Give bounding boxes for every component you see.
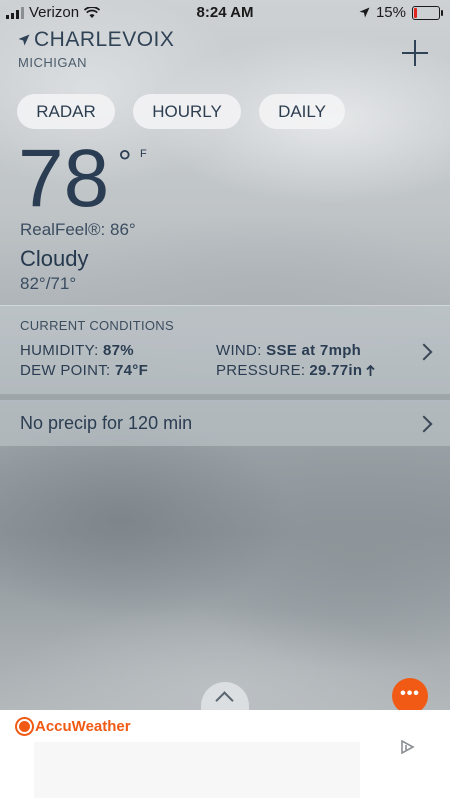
accuweather-logo: AccuWeather	[19, 718, 131, 735]
brand-name: AccuWeather	[35, 718, 131, 735]
ad-banner[interactable]	[34, 742, 360, 798]
realfeel-value: RealFeel®: 86°	[20, 220, 136, 239]
wind-label: WIND:	[216, 342, 262, 359]
state-name: MICHIGAN	[18, 55, 87, 70]
status-bar: Verizon 8:24 AM 15%	[0, 0, 450, 24]
pressure-value: 29.77in	[309, 362, 363, 379]
wind-row: WIND: SSE at 7mph	[216, 342, 361, 359]
current-temperature-block: 78 ° F	[18, 133, 147, 224]
current-temperature: 78	[18, 133, 110, 224]
chevron-right-icon	[415, 415, 433, 433]
more-options-button[interactable]: •••	[392, 678, 428, 714]
adchoices-icon[interactable]	[400, 740, 416, 754]
pressure-up-arrow-icon	[366, 364, 375, 376]
add-location-button[interactable]	[400, 38, 430, 68]
temperature-unit: F	[140, 148, 147, 160]
location-header[interactable]: CHARLEVOIX MICHIGAN	[18, 28, 174, 70]
location-services-icon	[359, 7, 370, 18]
degree-symbol: °	[118, 144, 132, 182]
sun-logo-icon	[19, 721, 30, 732]
humidity-label: HUMIDITY:	[20, 342, 99, 359]
dewpoint-label: DEW POINT:	[20, 362, 111, 379]
ad-footer: AccuWeather	[0, 710, 450, 800]
condition-text: Cloudy	[20, 246, 89, 271]
humidity-value: 87%	[103, 342, 134, 359]
precip-text: No precip for 120 min	[20, 413, 193, 433]
dewpoint-value: 74°F	[114, 362, 149, 379]
conditions-title: CURRENT CONDITIONS	[20, 318, 174, 333]
dewpoint-row: DEW POINT: 74°F	[20, 362, 148, 379]
chevron-right-icon	[415, 343, 433, 361]
wind-value: SSE at 7mph	[266, 342, 362, 359]
current-conditions-panel[interactable]: CURRENT CONDITIONS HUMIDITY: 87% DEW POI…	[0, 305, 450, 394]
tab-radar[interactable]: RADAR	[17, 94, 115, 129]
tab-hourly[interactable]: HOURLY	[133, 94, 241, 129]
pressure-label: PRESSURE:	[216, 362, 306, 379]
pressure-row: PRESSURE: 29.77in	[216, 362, 375, 379]
battery-percent: 15%	[375, 4, 406, 21]
location-arrow-icon	[18, 34, 30, 46]
hi-lo-temperature: 82°/71°	[20, 274, 77, 293]
precip-panel[interactable]: No precip for 120 min	[0, 400, 450, 446]
forecast-tabs: RADAR HOURLY DAILY	[17, 94, 345, 129]
battery-icon	[412, 5, 443, 20]
humidity-row: HUMIDITY: 87%	[20, 342, 134, 359]
tab-daily[interactable]: DAILY	[259, 94, 345, 129]
city-name: CHARLEVOIX	[34, 28, 175, 51]
